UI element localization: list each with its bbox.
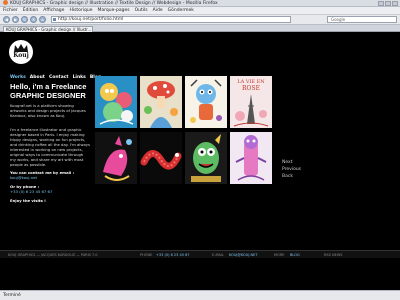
- headline-line-2: GRAPHIC DESIGNER: [10, 91, 86, 100]
- web-page: Kouj Works About Contact Links Blog Hell…: [0, 32, 400, 258]
- page-headline: Hello, i'm a Freelance GRAPHIC DESIGNER: [10, 82, 90, 100]
- nav-works[interactable]: Works: [10, 75, 26, 80]
- home-icon[interactable]: ⌂: [39, 16, 46, 23]
- menu-tools[interactable]: Outils: [135, 8, 148, 13]
- crown-icon: [14, 44, 28, 52]
- gallery-thumb-mushroom-girl[interactable]: [140, 76, 182, 128]
- close-button[interactable]: [392, 1, 398, 6]
- tab-strip: KOUJ GRAPHICS - Graphic design // Illust…: [0, 25, 400, 32]
- phone-number: +33 (0) 6 23 45 67 67: [10, 189, 53, 194]
- back-arrow-icon[interactable]: ◀: [3, 16, 10, 23]
- gallery-thumb-la-vie-en-rose[interactable]: LA VIE EN ROSE: [230, 76, 272, 128]
- back-link[interactable]: Back: [282, 173, 301, 180]
- menubar: Fichier Édition Affichage Historique Mar…: [0, 7, 400, 15]
- previous-link[interactable]: Previous: [282, 166, 301, 173]
- navigation-toolbar: ◀ ▶ ↻ ✕ ⌂ http://kouj.net/port/folio.htm…: [0, 15, 400, 25]
- menu-file[interactable]: Fichier: [3, 8, 18, 13]
- site-navigation: Works About Contact Links Blog: [10, 75, 101, 80]
- logo-text: Kouj: [13, 52, 29, 59]
- gallery-thumb-creatures[interactable]: [95, 76, 137, 128]
- search-input[interactable]: Google: [327, 16, 397, 23]
- artwork-gallery: LA VIE EN ROSE: [95, 76, 275, 184]
- page-bottom: [0, 258, 400, 290]
- maximize-button[interactable]: [385, 1, 391, 6]
- window-titlebar: KOUJ GRAPHICS - Graphic design // Illust…: [0, 0, 400, 7]
- gallery-thumb-monster[interactable]: [185, 132, 227, 184]
- enjoy-text: Enjoy the visits !: [10, 198, 46, 203]
- menu-history[interactable]: Historique: [69, 8, 92, 13]
- next-link[interactable]: Next: [282, 159, 301, 166]
- gallery-thumb-red-snake[interactable]: [140, 132, 182, 184]
- menu-extra[interactable]: Göndermek: [168, 8, 194, 13]
- bio-text: I'm a freelance illustrator and graphic …: [10, 127, 91, 167]
- minimize-button[interactable]: [378, 1, 384, 6]
- menu-edit[interactable]: Édition: [23, 8, 39, 13]
- site-logo[interactable]: Kouj: [9, 40, 33, 64]
- nav-about[interactable]: About: [30, 75, 45, 80]
- headline-line-1: Hello, i'm a Freelance: [10, 82, 87, 91]
- stop-icon[interactable]: ✕: [30, 16, 37, 23]
- gallery-thumb-character[interactable]: [185, 76, 227, 128]
- poster-title-bottom: ROSE: [242, 85, 260, 92]
- firefox-icon: [3, 0, 8, 5]
- menu-help[interactable]: Aide: [153, 8, 163, 13]
- nav-contact[interactable]: Contact: [49, 75, 69, 80]
- forward-arrow-icon[interactable]: ▶: [12, 16, 19, 23]
- gallery-thumb-pink-fox[interactable]: [95, 132, 137, 184]
- contact-email-link[interactable]: kouj@kouj.net: [10, 175, 37, 180]
- window-title: KOUJ GRAPHICS - Graphic design // Illust…: [10, 1, 218, 6]
- gallery-thumb-pink-totem[interactable]: [230, 132, 272, 184]
- url-bar[interactable]: http://kouj.net/port/folio.html: [51, 16, 291, 23]
- intro-text: Kougraf.net is a platform showing artwor…: [10, 103, 86, 118]
- menu-view[interactable]: Affichage: [43, 8, 64, 13]
- window-controls: [378, 1, 398, 6]
- site-footer: KOUJ GRAPHICS — JACQUES KARDOUZ — PARIS …: [0, 250, 400, 258]
- menu-bookmarks[interactable]: Marque-pages: [98, 8, 130, 13]
- gallery-navigation: Next Previous Back: [282, 159, 301, 180]
- status-bar: Terminé: [0, 290, 400, 300]
- reload-icon[interactable]: ↻: [21, 16, 28, 23]
- nav-links[interactable]: Links: [73, 75, 86, 80]
